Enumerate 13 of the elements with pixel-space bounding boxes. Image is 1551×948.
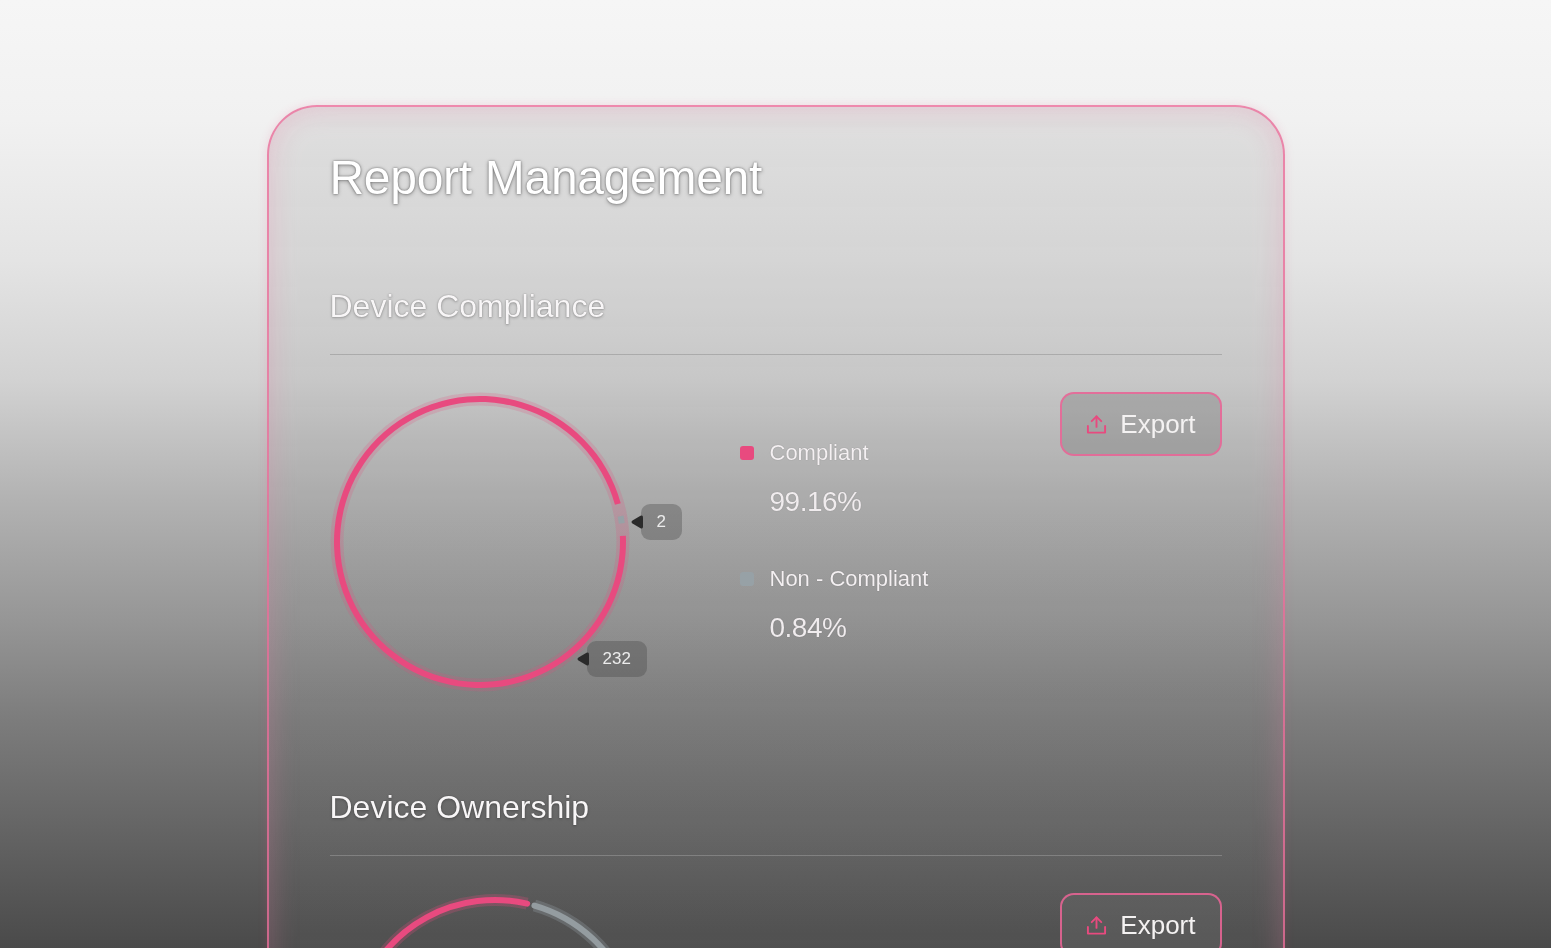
section-heading: Device Ownership bbox=[329, 788, 591, 827]
legend-percentage: 99.16% bbox=[769, 485, 863, 519]
export-button[interactable]: Export bbox=[1060, 893, 1222, 948]
legend-label: Non - Compliant bbox=[769, 565, 929, 593]
legend-percentage: 0.84% bbox=[769, 611, 848, 645]
count-tooltip: 2 bbox=[640, 504, 682, 540]
pointer-icon bbox=[630, 515, 643, 529]
count-tooltip: 232 bbox=[586, 641, 647, 677]
upload-icon bbox=[1086, 413, 1108, 435]
legend-label: Compliant bbox=[769, 439, 869, 467]
page-title: Report Management bbox=[329, 150, 763, 206]
upload-icon bbox=[1086, 914, 1108, 936]
pointer-icon bbox=[576, 652, 589, 666]
